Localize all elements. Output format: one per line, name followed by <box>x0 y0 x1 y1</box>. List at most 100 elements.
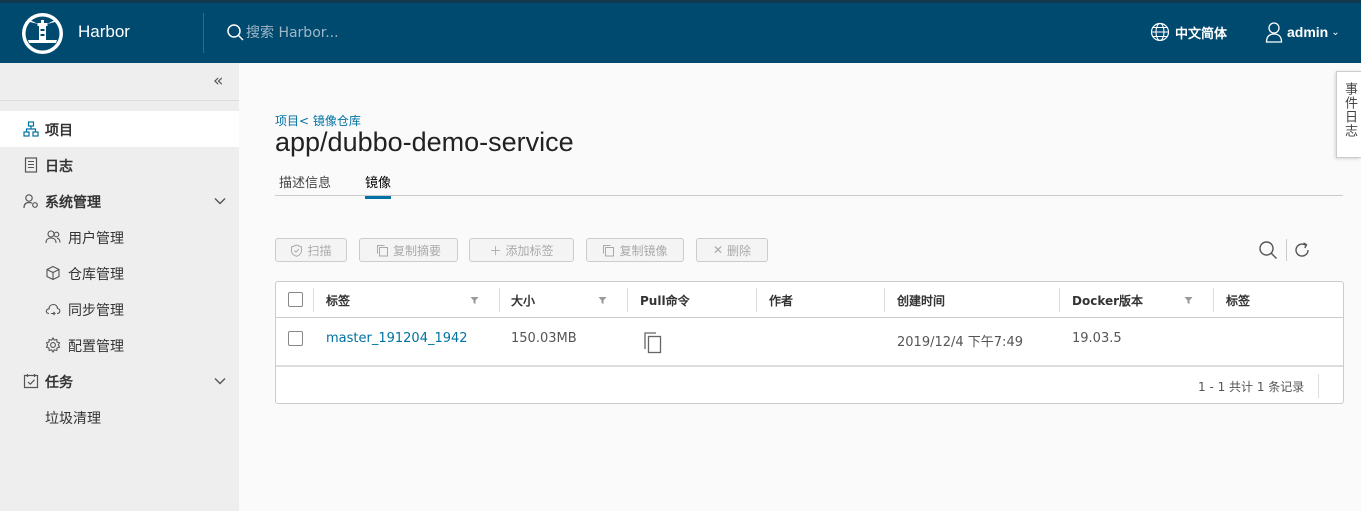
projects-icon <box>23 121 39 137</box>
page-title: app/dubbo-demo-service <box>275 127 574 157</box>
sidebar-item-label: 用户管理 <box>68 231 124 247</box>
column-header-pull-command: Pull命令 <box>640 294 690 308</box>
column-header-author[interactable]: 作者 <box>769 292 793 309</box>
docker-version-cell: 19.03.5 <box>1072 331 1122 346</box>
harbor-logo-icon[interactable] <box>22 13 63 54</box>
column-divider <box>627 288 628 312</box>
close-icon: ✕ <box>712 243 724 257</box>
sidebar-item-label: 配置管理 <box>68 339 124 355</box>
chevron-down-icon <box>214 198 226 205</box>
copy-icon[interactable] <box>643 331 663 355</box>
username: admin <box>1287 24 1329 40</box>
copy-image-button[interactable]: 复制镜像 <box>586 238 684 262</box>
brand-name[interactable]: Harbor <box>78 22 130 42</box>
refresh-icon[interactable] <box>1293 241 1311 259</box>
table-row: master_191204_1942 150.03MB 2019/12/4 下午… <box>276 319 1343 367</box>
footer-divider <box>1318 374 1319 398</box>
sidebar-divider <box>0 100 239 101</box>
size-cell: 150.03MB <box>511 331 577 346</box>
tab-bar: 描述信息 镜像 <box>275 170 1343 199</box>
users-icon <box>45 230 61 244</box>
column-divider <box>499 288 500 312</box>
row-checkbox[interactable] <box>288 331 303 346</box>
user-menu[interactable]: admin ⌄ <box>1265 22 1340 43</box>
sidebar-item-label: 同步管理 <box>68 303 124 319</box>
column-divider <box>756 288 757 312</box>
created-cell: 2019/12/4 下午7:49 <box>897 335 1023 350</box>
add-labels-label: 添加标签 <box>505 243 554 258</box>
filter-icon[interactable] <box>1184 296 1193 305</box>
tags-datagrid: 标签 大小 Pull命令 作者 创建时间 Docker版本 标签 master_… <box>275 281 1344 404</box>
tab-description[interactable]: 描述信息 <box>279 172 331 196</box>
sidebar-item-projects[interactable]: 项目 <box>0 111 239 147</box>
column-divider <box>884 288 885 312</box>
sidebar-item-administration[interactable]: 系统管理 <box>0 183 239 219</box>
search-input[interactable] <box>246 21 506 45</box>
column-header-labels: 标签 <box>1226 294 1251 308</box>
event-log-tab[interactable]: 事件日志 <box>1336 71 1361 158</box>
datagrid-header: 标签 大小 Pull命令 作者 创建时间 Docker版本 标签 <box>276 282 1343 318</box>
plus-icon: ＋ <box>489 243 502 258</box>
logs-icon <box>24 157 38 173</box>
registry-icon <box>46 265 60 281</box>
column-divider <box>1059 288 1060 312</box>
column-header-created[interactable]: 创建时间 <box>897 292 945 309</box>
sidebar-item-users[interactable]: 用户管理 <box>0 219 239 255</box>
filter-icon[interactable] <box>598 296 607 305</box>
sidebar-item-label: 系统管理 <box>45 195 101 211</box>
header-top-line <box>0 0 1361 3</box>
replication-icon <box>45 303 61 316</box>
scan-button[interactable]: 扫描 <box>275 238 347 262</box>
tab-images[interactable]: 镜像 <box>365 172 392 199</box>
event-log-label: 事件日志 <box>1342 82 1357 138</box>
copy-icon <box>603 244 615 256</box>
global-search <box>226 21 526 45</box>
column-header-size[interactable]: 大小 <box>511 292 535 309</box>
column-header-tag[interactable]: 标签 <box>326 292 350 309</box>
sidebar-item-tasks[interactable]: 任务 <box>0 363 239 399</box>
search-icon[interactable] <box>1258 240 1278 260</box>
copy-digest-label: 复制摘要 <box>392 243 441 258</box>
add-labels-button[interactable]: ＋ 添加标签 <box>469 238 574 262</box>
sidebar-item-replications[interactable]: 同步管理 <box>0 291 239 327</box>
tag-link[interactable]: master_191204_1942 <box>326 331 468 346</box>
column-header-docker-version[interactable]: Docker版本 <box>1072 292 1143 309</box>
sidebar-item-configuration[interactable]: 配置管理 <box>0 327 239 363</box>
user-icon <box>1265 22 1283 43</box>
sidebar-item-label: 任务 <box>45 375 73 391</box>
app-header: Harbor 中文简体 admin ⌄ <box>0 0 1361 63</box>
pagination-summary: 1 - 1 共计 1 条记录 <box>1198 380 1305 394</box>
delete-button[interactable]: ✕ 删除 <box>696 238 768 262</box>
sidebar-item-label: 仓库管理 <box>68 267 124 283</box>
collapse-sidebar-icon[interactable]: « <box>213 71 223 91</box>
filter-icon[interactable] <box>470 296 479 305</box>
language-selector[interactable]: 中文简体 <box>1150 22 1227 42</box>
sidebar-item-label: 垃圾清理 <box>45 411 101 427</box>
config-icon <box>45 337 61 353</box>
scan-label: 扫描 <box>307 243 332 258</box>
admin-icon <box>23 194 38 209</box>
shield-icon <box>291 243 303 257</box>
sidebar-item-logs[interactable]: 日志 <box>0 147 239 183</box>
chevron-down-icon <box>214 378 226 385</box>
language-label: 中文简体 <box>1175 26 1228 42</box>
grid-tools <box>1258 238 1311 262</box>
copy-digest-button[interactable]: 复制摘要 <box>359 238 458 262</box>
globe-icon <box>1150 22 1170 42</box>
sidebar-item-label: 项目 <box>45 123 73 139</box>
datagrid-footer: 1 - 1 共计 1 条记录 <box>276 369 1343 403</box>
delete-label: 删除 <box>727 243 752 258</box>
chevron-down-icon: ⌄ <box>1331 26 1340 38</box>
sidebar-item-garbage-collection[interactable]: 垃圾清理 <box>0 399 239 435</box>
sidebar-item-label: 日志 <box>45 159 73 175</box>
column-divider <box>1213 288 1214 312</box>
copy-image-label: 复制镜像 <box>619 243 668 258</box>
tasks-icon <box>23 374 39 389</box>
header-divider <box>203 13 204 53</box>
copy-icon <box>376 244 388 256</box>
sidebar-item-registries[interactable]: 仓库管理 <box>0 255 239 291</box>
column-divider <box>313 288 314 312</box>
search-icon <box>227 24 244 41</box>
sidebar: « 项目 日志 系统管理 用户管理 仓库管理 同步管理 配置管理 任务 垃圾清理 <box>0 63 239 511</box>
select-all-checkbox[interactable] <box>288 292 303 307</box>
